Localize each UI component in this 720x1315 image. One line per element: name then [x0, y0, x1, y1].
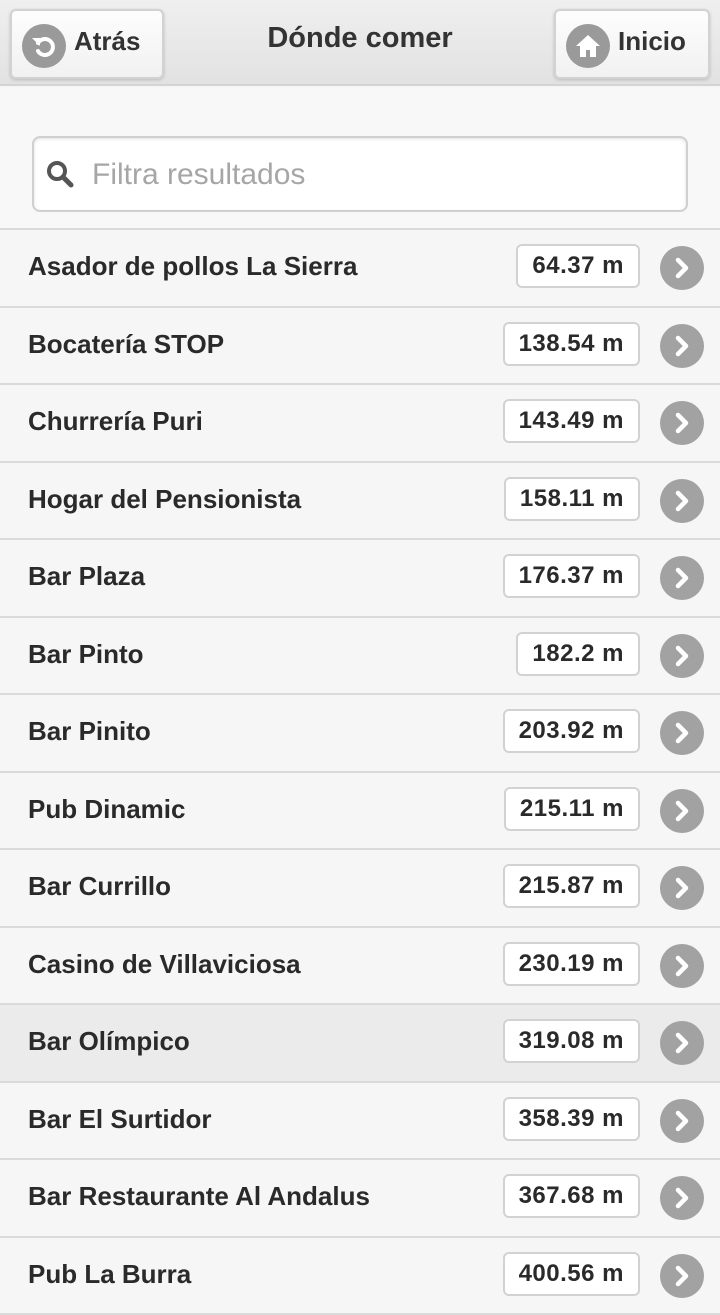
- chevron-right-icon[interactable]: [660, 324, 704, 368]
- chevron-right-icon[interactable]: [660, 1254, 704, 1298]
- search-box[interactable]: [32, 136, 688, 212]
- restaurant-name: Bar Currillo: [28, 871, 171, 902]
- restaurant-name: Asador de pollos La Sierra: [28, 251, 357, 282]
- distance-badge: 215.87 m: [503, 864, 640, 908]
- distance-badge: 182.2 m: [516, 632, 640, 676]
- chevron-right-icon[interactable]: [660, 1021, 704, 1065]
- distance-badge: 158.11 m: [504, 477, 640, 521]
- home-button[interactable]: Inicio: [554, 9, 710, 79]
- distance-badge: 400.56 m: [503, 1252, 640, 1296]
- distance-badge: 143.49 m: [503, 399, 640, 443]
- restaurant-name: Pub Dinamic: [28, 794, 185, 825]
- chevron-right-icon[interactable]: [660, 246, 704, 290]
- list-item[interactable]: Bar Pinto 182.2 m: [0, 618, 720, 696]
- list-item[interactable]: Bar Olímpico 319.08 m: [0, 1005, 720, 1083]
- restaurant-name: Bar El Surtidor: [28, 1104, 211, 1135]
- list-item[interactable]: Bar El Surtidor 358.39 m: [0, 1083, 720, 1161]
- restaurant-name: Hogar del Pensionista: [28, 484, 301, 515]
- list-item[interactable]: Pub Dinamic 215.11 m: [0, 773, 720, 851]
- distance-badge: 319.08 m: [503, 1019, 640, 1063]
- chevron-right-icon[interactable]: [660, 401, 704, 445]
- search-icon: [44, 158, 76, 190]
- home-icon: [566, 24, 610, 68]
- home-label: Inicio: [618, 26, 686, 57]
- distance-badge: 203.92 m: [503, 709, 640, 753]
- restaurant-name: Churrería Puri: [28, 406, 203, 437]
- restaurant-name: Bar Pinito: [28, 716, 151, 747]
- list-item[interactable]: Bar Restaurante Al Andalus 367.68 m: [0, 1160, 720, 1238]
- page-title: Dónde comer: [170, 22, 550, 55]
- distance-badge: 367.68 m: [503, 1174, 640, 1218]
- chevron-right-icon[interactable]: [660, 711, 704, 755]
- chevron-right-icon[interactable]: [660, 1099, 704, 1143]
- chevron-right-icon[interactable]: [660, 556, 704, 600]
- list-item[interactable]: Asador de pollos La Sierra 64.37 m: [0, 230, 720, 308]
- list-item[interactable]: Bocatería STOP 138.54 m: [0, 308, 720, 386]
- list-item[interactable]: Casino de Villaviciosa 230.19 m: [0, 928, 720, 1006]
- chevron-right-icon[interactable]: [660, 634, 704, 678]
- restaurant-name: Casino de Villaviciosa: [28, 949, 301, 980]
- restaurant-name: Bar Olímpico: [28, 1026, 190, 1057]
- chevron-right-icon[interactable]: [660, 866, 704, 910]
- search-area: [0, 88, 720, 228]
- distance-badge: 64.37 m: [516, 244, 640, 288]
- distance-badge: 230.19 m: [503, 942, 640, 986]
- distance-badge: 176.37 m: [503, 554, 640, 598]
- chevron-right-icon[interactable]: [660, 1176, 704, 1220]
- restaurant-name: Pub La Burra: [28, 1259, 191, 1290]
- back-label: Atrás: [74, 26, 140, 57]
- list-item[interactable]: Bar Currillo 215.87 m: [0, 850, 720, 928]
- restaurant-name: Bar Plaza: [28, 561, 145, 592]
- header-bar: Atrás Dónde comer Inicio: [0, 0, 720, 86]
- restaurant-list: Asador de pollos La Sierra 64.37 m Bocater…: [0, 228, 720, 1315]
- back-arrow-icon: [22, 24, 66, 68]
- list-item[interactable]: Churrería Puri 143.49 m: [0, 385, 720, 463]
- back-button[interactable]: Atrás: [10, 9, 164, 79]
- search-input[interactable]: [90, 150, 674, 200]
- restaurant-name: Bar Restaurante Al Andalus: [28, 1181, 370, 1212]
- list-item[interactable]: Pub La Burra 400.56 m: [0, 1238, 720, 1315]
- distance-badge: 215.11 m: [504, 787, 640, 831]
- chevron-right-icon[interactable]: [660, 944, 704, 988]
- restaurant-name: Bar Pinto: [28, 639, 144, 670]
- distance-badge: 358.39 m: [503, 1097, 640, 1141]
- list-item[interactable]: Hogar del Pensionista 158.11 m: [0, 463, 720, 541]
- chevron-right-icon[interactable]: [660, 789, 704, 833]
- restaurant-name: Bocatería STOP: [28, 329, 224, 360]
- list-item[interactable]: Bar Plaza 176.37 m: [0, 540, 720, 618]
- chevron-right-icon[interactable]: [660, 479, 704, 523]
- distance-badge: 138.54 m: [503, 322, 640, 366]
- list-item[interactable]: Bar Pinito 203.92 m: [0, 695, 720, 773]
